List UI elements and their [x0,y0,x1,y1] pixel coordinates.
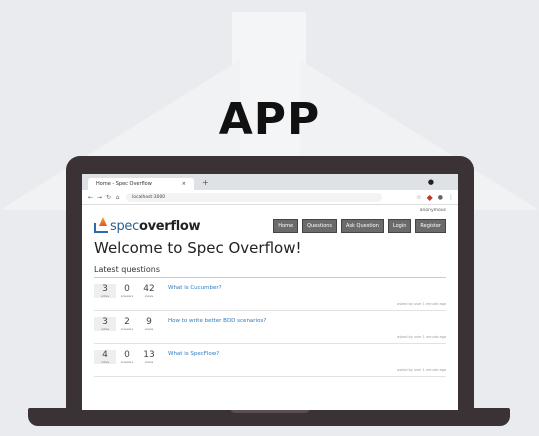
logo-icon [94,217,110,233]
home-icon[interactable]: ⌂ [113,194,122,201]
votes-count: 3 votes [94,317,116,331]
browser-tab[interactable]: Home - Spec Overflow × [88,178,194,190]
back-icon[interactable]: ← [86,194,95,201]
answers-count: 0 answers [120,350,134,364]
votes-count: 4 votes [94,350,116,364]
votes-count: 3 votes [94,284,116,298]
site-nav: Home Questions Ask Question Login Regist… [273,219,446,233]
laptop-screen: Home - Spec Overflow × + ● ← → ↻ ⌂ local… [82,174,458,410]
question-meta: asked by user 1 minute ago [397,335,446,339]
bookmark-icon[interactable]: ☆ [416,194,421,201]
views-count: 9 views [144,317,154,331]
section-title: Latest questions [94,265,446,278]
nav-ask-question-button[interactable]: Ask Question [341,219,384,233]
browser-address-bar: ← → ↻ ⌂ localhost:3000 ☆ ◆ ● ⋮ [82,190,458,205]
nav-login-button[interactable]: Login [387,219,412,233]
profile-icon[interactable]: ● [438,194,443,201]
question-title-link[interactable]: How to write better BDD scenarios? [168,318,397,324]
window-control-icon[interactable]: ● [428,178,434,186]
views-count: 42 views [143,284,155,298]
nav-questions-button[interactable]: Questions [302,219,338,233]
question-title-link[interactable]: What is SpecFlow? [168,351,397,357]
forward-icon[interactable]: → [95,194,104,201]
extension-icon[interactable]: ◆ [427,193,433,202]
page-content: anonymous specoverflow Home Questions As… [82,208,458,377]
site-header: specoverflow Home Questions Ask Question… [94,217,446,233]
question-meta: asked by user 1 minute ago [397,302,446,306]
url-field[interactable]: localhost:3000 [126,192,382,202]
question-title-link[interactable]: What is Cucumber? [168,285,397,291]
question-meta: asked by user 1 minute ago [397,368,446,372]
logo-text: specoverflow [110,219,201,234]
headline: APP [218,94,321,145]
new-tab-button[interactable]: + [202,178,209,187]
answers-count: 0 answers [120,284,134,298]
browser-tab-bar: Home - Spec Overflow × + ● [82,174,458,190]
tab-close-icon[interactable]: × [182,181,186,187]
answers-count: 2 answers [120,317,134,331]
reload-icon[interactable]: ↻ [104,194,113,201]
user-status-link[interactable]: anonymous [94,208,446,213]
menu-icon[interactable]: ⋮ [448,194,454,201]
page-title: Welcome to Spec Overflow! [94,239,302,257]
question-row: 4 votes 0 answers 13 views What is SpecFlow… [94,344,446,377]
question-row: 3 votes 2 answers 9 views How to write bett… [94,311,446,344]
nav-register-button[interactable]: Register [415,219,446,233]
nav-home-button[interactable]: Home [273,219,299,233]
tab-title: Home - Spec Overflow [96,181,152,187]
question-row: 3 votes 0 answers 42 views What is Cucumber… [94,278,446,311]
views-count: 13 views [143,350,155,364]
site-logo[interactable]: specoverflow [94,217,201,234]
